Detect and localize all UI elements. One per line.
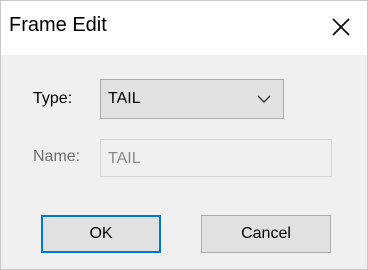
close-icon	[332, 18, 350, 36]
type-select-value: TAIL	[108, 90, 141, 107]
type-select[interactable]: TAIL	[100, 79, 284, 119]
window-title: Frame Edit	[9, 14, 107, 36]
name-field-value: TAIL	[108, 150, 141, 167]
frame-edit-dialog: Frame Edit Type: TAIL Name: TAIL OK Canc…	[0, 0, 368, 270]
name-field[interactable]: TAIL	[100, 139, 332, 177]
cancel-button[interactable]: Cancel	[201, 215, 331, 253]
chevron-down-icon	[257, 95, 271, 103]
name-label: Name:	[33, 148, 81, 165]
title-bar: Frame Edit	[1, 1, 367, 55]
type-label: Type:	[33, 90, 73, 107]
ok-button[interactable]: OK	[41, 215, 161, 253]
close-button[interactable]	[325, 11, 357, 43]
